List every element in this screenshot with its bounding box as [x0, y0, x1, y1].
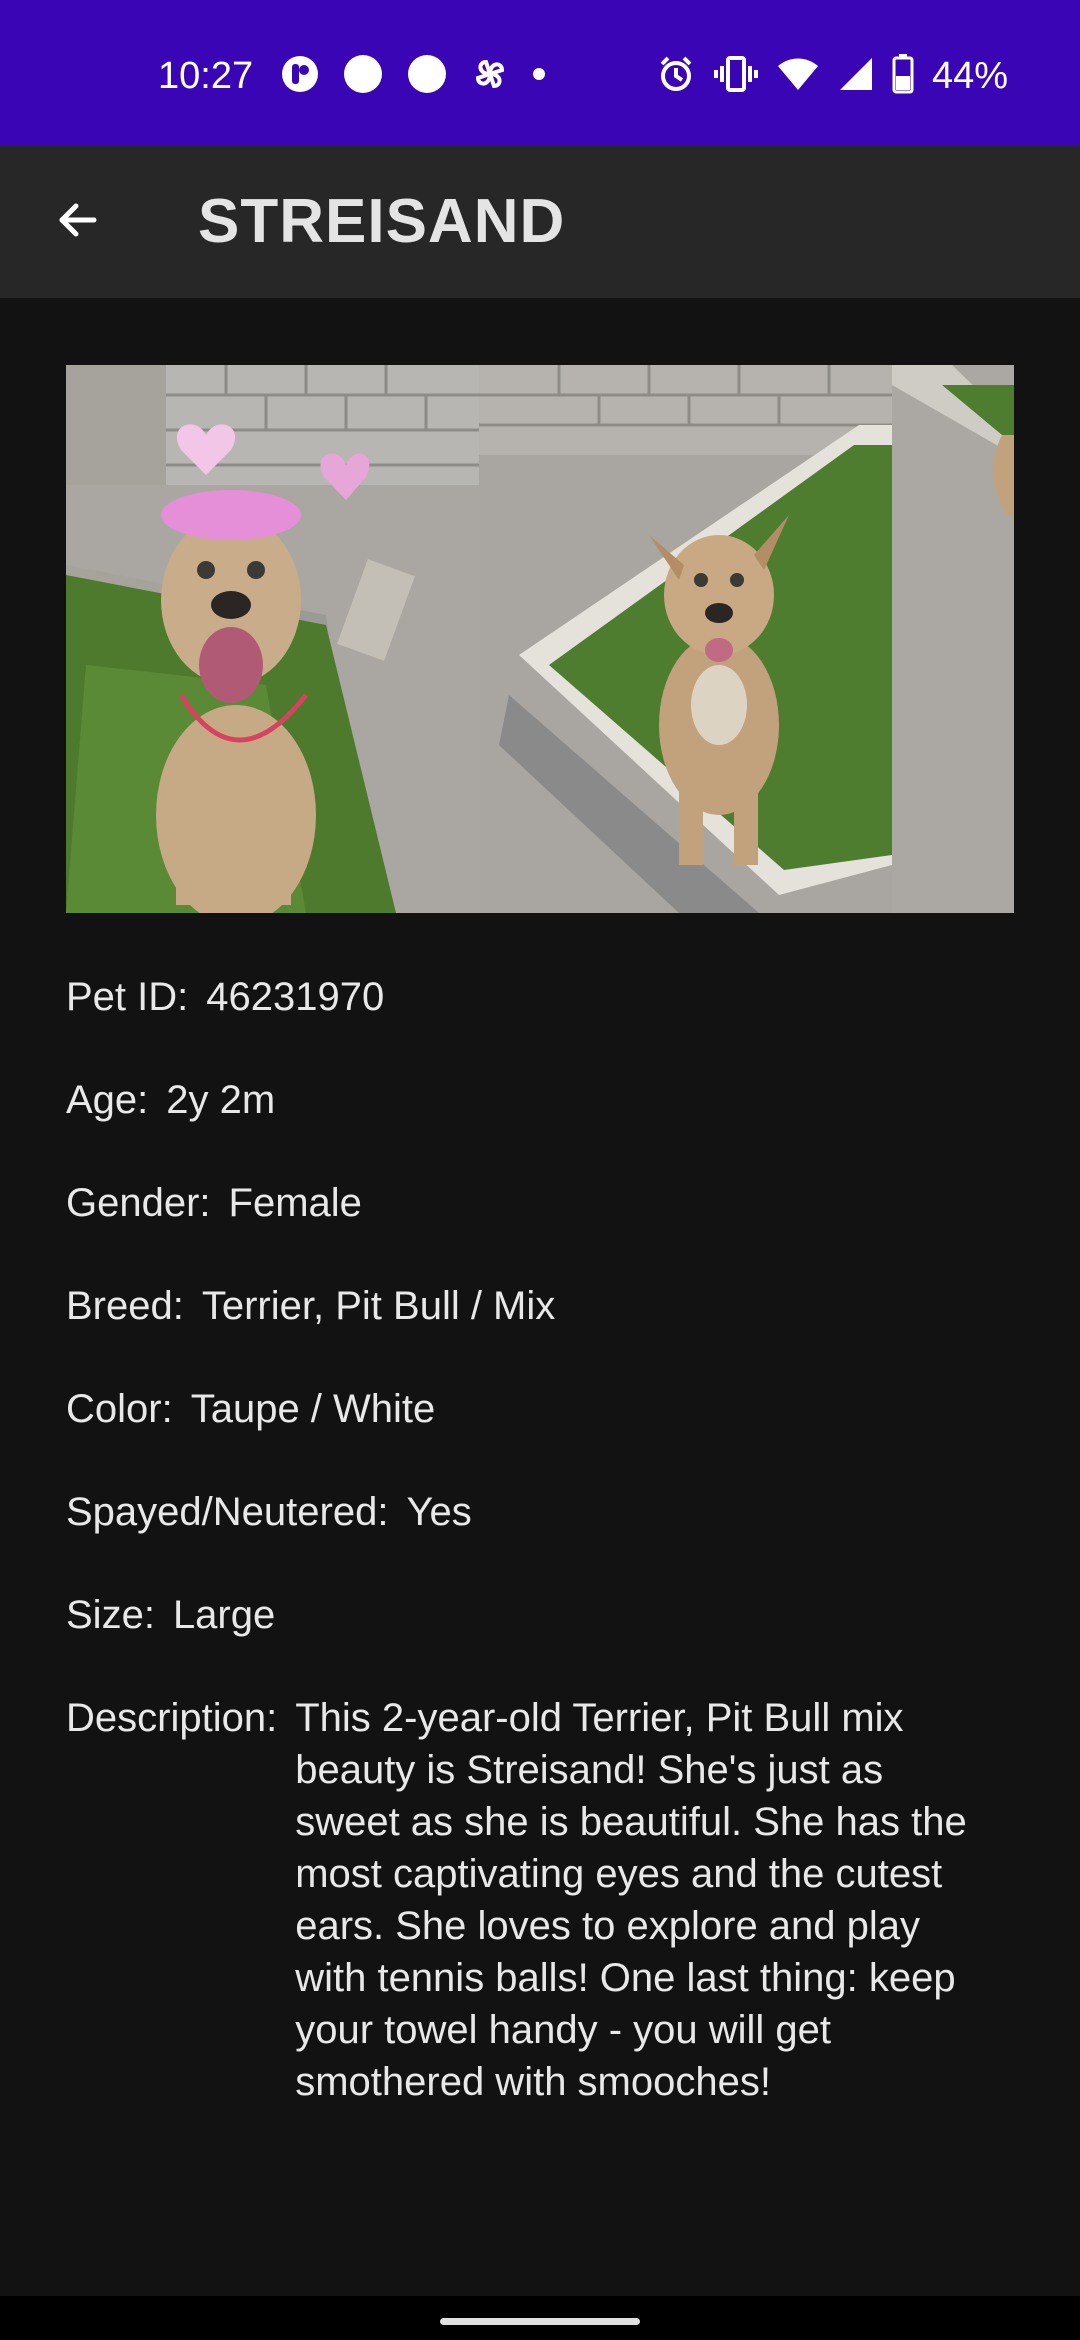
detail-value: Yes — [406, 1490, 472, 1534]
detail-spayed-neutered: Spayed/Neutered: Yes — [66, 1473, 1026, 1576]
detail-value: Female — [228, 1181, 362, 1225]
circle-notification-icon — [342, 53, 384, 100]
detail-label: Spayed/Neutered: — [66, 1490, 389, 1534]
detail-age: Age: 2y 2m — [66, 1061, 1026, 1164]
detail-pet-id: Pet ID: 46231970 — [66, 958, 1026, 1061]
detail-label: Pet ID: — [66, 975, 189, 1019]
circle-notification-icon — [406, 53, 448, 100]
app-bar: STREISAND — [0, 146, 1080, 298]
pet-details: Pet ID: 46231970 Age: 2y 2m Gender: Fema… — [66, 958, 1026, 2108]
gesture-handle[interactable] — [440, 2318, 640, 2325]
detail-label: Age: — [66, 1078, 149, 1122]
signal-icon — [838, 56, 874, 97]
system-status-icons: 44% — [656, 53, 1008, 99]
status-bar: 10:27 44% — [0, 0, 1080, 146]
description-label: Description: — [66, 1696, 278, 1740]
back-button[interactable] — [38, 182, 118, 262]
detail-label: Breed: — [66, 1284, 184, 1328]
vibrate-icon — [713, 54, 758, 99]
wifi-icon — [776, 56, 820, 97]
battery-percentage: 44% — [931, 55, 1008, 97]
detail-color: Color: Taupe / White — [66, 1370, 1026, 1473]
navigation-bar — [0, 2296, 1080, 2340]
detail-label: Size: — [66, 1593, 155, 1637]
detail-label: Color: — [66, 1387, 173, 1431]
detail-value: Terrier, Pit Bull / Mix — [201, 1284, 556, 1328]
arrow-back-icon — [54, 196, 102, 249]
pet-detail-content[interactable]: Pet ID: 46231970 Age: 2y 2m Gender: Fema… — [0, 298, 1080, 2296]
dog-photo-3[interactable] — [892, 365, 1014, 913]
dog-photo-1[interactable] — [66, 365, 479, 913]
description-text: This 2-year-old Terrier, Pit Bull mix be… — [295, 1696, 967, 2104]
detail-value: 46231970 — [206, 975, 385, 1019]
detail-breed: Breed: Terrier, Pit Bull / Mix — [66, 1267, 1026, 1370]
detail-value: 2y 2m — [166, 1078, 276, 1122]
status-time: 10:27 — [158, 55, 254, 97]
app-notification-icon — [280, 54, 320, 99]
detail-description: Description: This 2-year-old Terrier, Pi… — [66, 1679, 1026, 2108]
dot-icon — [532, 67, 546, 86]
detail-label: Gender: — [66, 1181, 211, 1225]
dog-photo-2[interactable] — [479, 365, 892, 913]
detail-value: Taupe / White — [190, 1387, 436, 1431]
battery-icon — [892, 53, 914, 99]
photo-carousel[interactable] — [66, 365, 1014, 913]
pinwheel-icon — [470, 54, 510, 99]
page-title: STREISAND — [198, 187, 566, 256]
notification-icons — [280, 54, 546, 98]
detail-gender: Gender: Female — [66, 1164, 1026, 1267]
detail-value: Large — [172, 1593, 276, 1637]
detail-size: Size: Large — [66, 1576, 1026, 1679]
alarm-icon — [656, 54, 696, 99]
